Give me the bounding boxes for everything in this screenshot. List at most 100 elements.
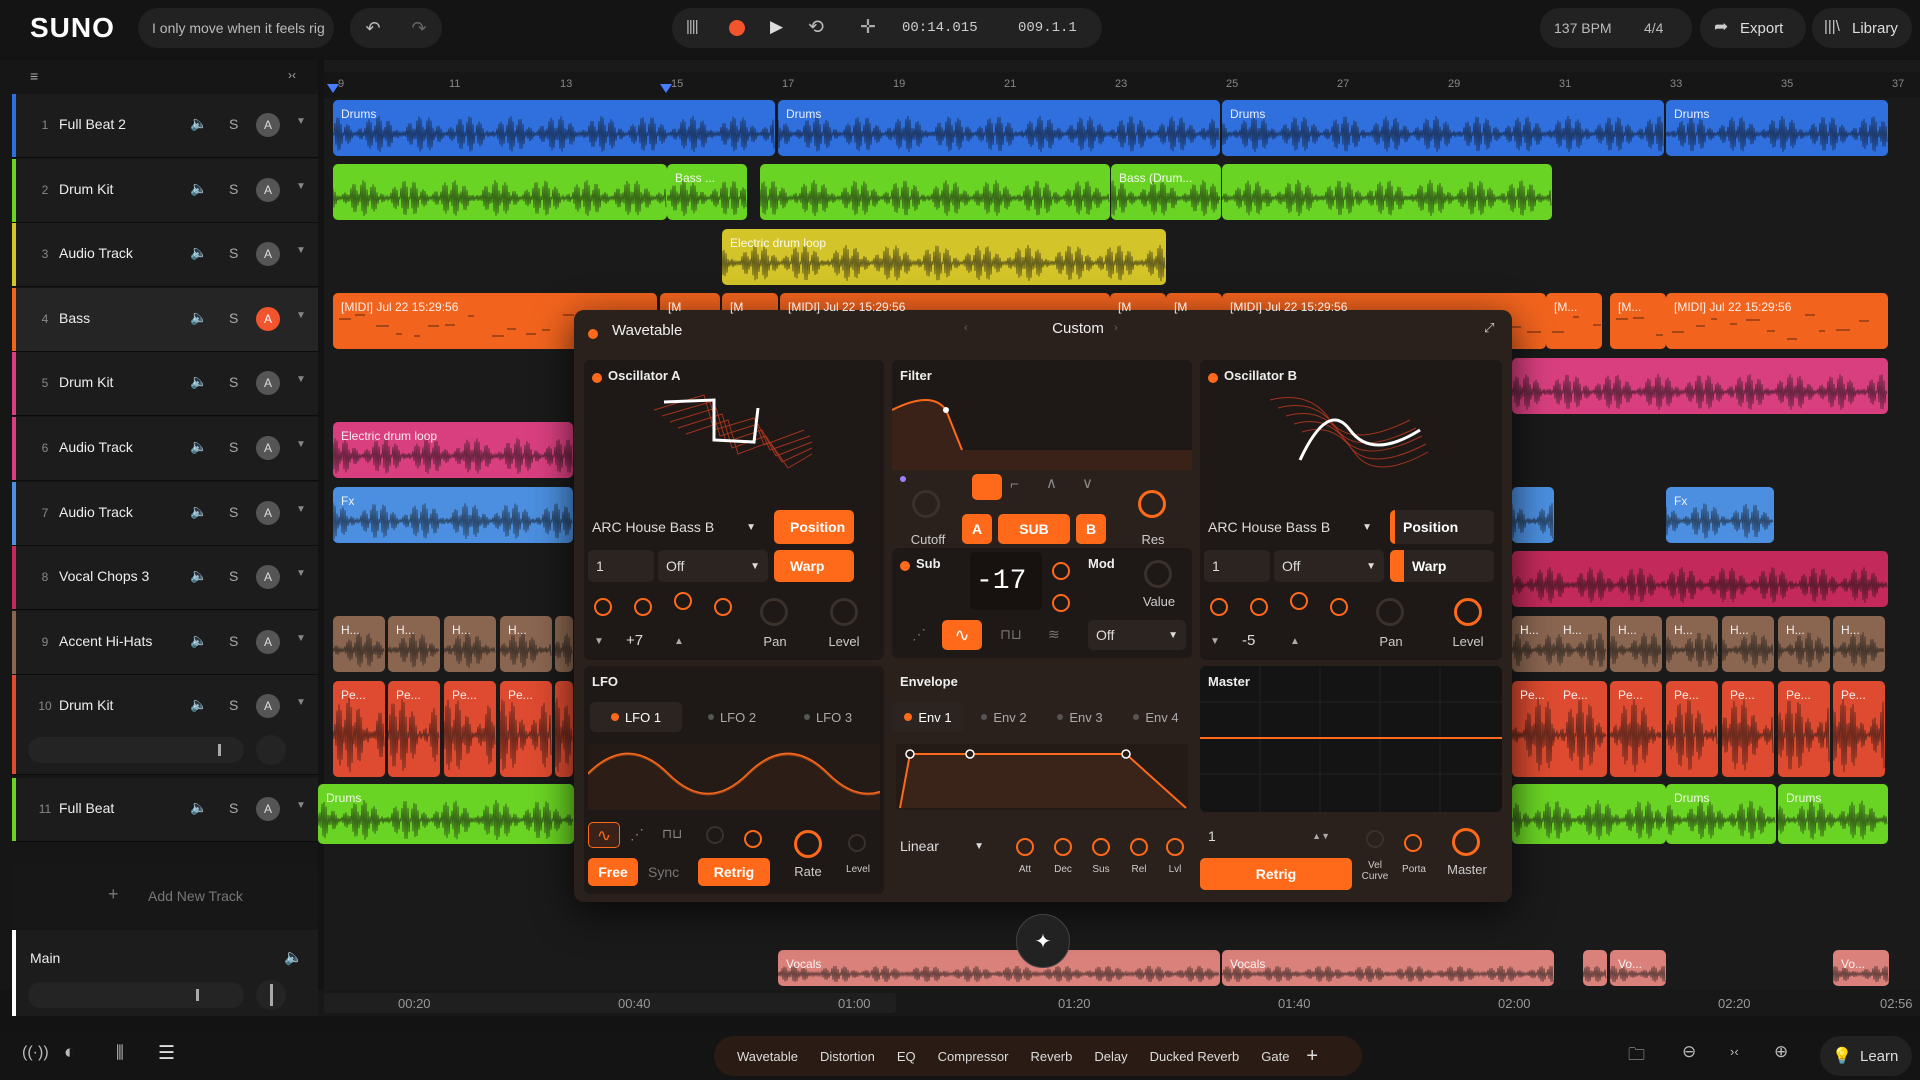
track-row[interactable]: 4 Bass 🔈 S A ▼	[12, 288, 318, 352]
chevron-down-icon[interactable]: ▼	[296, 568, 306, 579]
folder-icon[interactable]: 🗀	[1628, 1042, 1645, 1071]
track-row[interactable]: 9 Accent Hi-Hats 🔈 S A ▼	[12, 611, 318, 675]
loop-start-marker[interactable]	[327, 84, 339, 93]
full-beat-clip[interactable]: Drums	[1666, 784, 1776, 844]
record-button[interactable]	[729, 20, 745, 36]
hihat-clip[interactable]	[555, 616, 573, 672]
track-name[interactable]: Vocal Chops 3	[59, 568, 149, 584]
metronome-icon[interactable]: ||||	[686, 18, 699, 35]
learn-button[interactable]: 💡 Learn	[1820, 1036, 1912, 1076]
track-name[interactable]: Drum Kit	[59, 374, 113, 390]
osc-b-warp-button[interactable]: Warp	[1390, 550, 1494, 582]
filter-route-a-button[interactable]: A	[962, 514, 992, 544]
drums-clip[interactable]: Drums	[333, 100, 775, 156]
osc-a-knob-2[interactable]	[634, 598, 652, 616]
drum-kit-clip[interactable]	[1512, 358, 1888, 414]
osc-a-octave-stepper[interactable]: 1	[588, 550, 654, 582]
arm-button[interactable]: A	[256, 178, 280, 202]
fx-chain-item[interactable]: Distortion	[820, 1049, 875, 1064]
waveform-icon[interactable]: ⫼	[116, 1043, 124, 1063]
speaker-icon[interactable]: 🔈	[190, 799, 207, 816]
speaker-icon[interactable]: 🔈	[190, 180, 207, 197]
hihat-clip[interactable]: H...	[444, 616, 496, 672]
playhead-marker[interactable]	[660, 84, 672, 93]
sub-power-dot[interactable]	[900, 558, 910, 576]
fx-chain-item[interactable]: Reverb	[1030, 1049, 1072, 1064]
expand-icon[interactable]: ⤢	[1484, 320, 1494, 336]
vocals-clip[interactable]	[1583, 950, 1607, 986]
osc-b-semi-down[interactable]: ▼	[1210, 636, 1220, 647]
chevron-down-icon[interactable]: ▼	[296, 374, 306, 385]
speaker-icon[interactable]: 🔈	[190, 244, 207, 261]
electric-drum-loop-clip[interactable]: Electric drum loop	[333, 422, 573, 478]
track-row[interactable]: 1 Full Beat 2 🔈 S A ▼	[12, 94, 318, 158]
fx-chain-item[interactable]: Gate	[1261, 1049, 1289, 1064]
add-fx-icon[interactable]: +	[1306, 1045, 1318, 1068]
midi-clip[interactable]: [MIDI] Jul 22 15:29:56	[1666, 293, 1888, 349]
drums-clip[interactable]: Drums	[778, 100, 1220, 156]
osc-a-level-knob[interactable]	[830, 598, 858, 626]
lfo-square-icon[interactable]: ⊓⊔	[662, 826, 682, 842]
lfo-knob-2[interactable]	[744, 830, 762, 848]
hihat-clip[interactable]: H...	[1610, 616, 1662, 672]
osc-a-power-dot[interactable]	[592, 370, 602, 388]
full-beat-clip[interactable]	[1512, 784, 1666, 844]
solo-button[interactable]: S	[229, 697, 238, 713]
electric-drum-loop-clip[interactable]: Electric drum loop	[722, 229, 1166, 285]
play-button[interactable]: ▶	[770, 17, 783, 37]
track-row[interactable]: 2 Drum Kit 🔈 S A ▼	[12, 159, 318, 223]
lfo-tab[interactable]: LFO 3	[782, 702, 874, 732]
arm-button[interactable]: A	[256, 501, 280, 525]
fx-chain-item[interactable]: EQ	[897, 1049, 916, 1064]
drums-clip[interactable]: Drums	[1222, 100, 1664, 156]
sub-wave-square-icon[interactable]: ⊓⊔	[1000, 626, 1022, 643]
drum-kit-clip[interactable]	[760, 164, 1110, 220]
fx-chain-item[interactable]: Delay	[1094, 1049, 1127, 1064]
drum-kit-clip[interactable]	[333, 164, 667, 220]
arm-button[interactable]: A	[256, 242, 280, 266]
speaker-icon[interactable]: 🔈	[190, 567, 207, 584]
loop-icon[interactable]: ⟲	[808, 16, 824, 39]
sub-wave-saw-icon[interactable]: ⋰	[912, 626, 926, 643]
speaker-icon[interactable]: 🔈	[190, 503, 207, 520]
vocals-clip[interactable]: Vo...	[1610, 950, 1666, 986]
osc-b-mode-select[interactable]: Off ▼	[1274, 550, 1384, 582]
chevron-down-icon[interactable]: ▼	[296, 697, 306, 708]
track-name[interactable]: Accent Hi-Hats	[59, 633, 152, 649]
hihat-clip[interactable]: H...	[1555, 616, 1607, 672]
perc-clip[interactable]	[555, 681, 573, 777]
lfo-sync-button[interactable]: Sync	[648, 864, 679, 880]
lfo-tab[interactable]: LFO 2	[686, 702, 778, 732]
filter-cutoff-knob[interactable]	[912, 490, 940, 518]
track-row[interactable]: 11 Full Beat 🔈 S A ▼	[12, 778, 318, 842]
osc-a-wavetable-select[interactable]: ARC House Bass B ▼	[584, 510, 764, 544]
osc-a-semi-up[interactable]: ▲	[674, 636, 684, 647]
osc-b-knob-2[interactable]	[1250, 598, 1268, 616]
chevron-down-icon[interactable]: ▼	[296, 633, 306, 644]
track-name[interactable]: Audio Track	[59, 439, 133, 455]
fx-clip[interactable]	[1512, 487, 1554, 543]
mod-target-select[interactable]: Off ▼	[1088, 620, 1186, 650]
perc-clip[interactable]: Pe...	[1610, 681, 1662, 777]
osc-b-pan-knob[interactable]	[1376, 598, 1404, 626]
suno-logo[interactable]: SUNO	[30, 12, 115, 44]
track-name[interactable]: Full Beat 2	[59, 116, 126, 132]
preset-next-icon[interactable]: ›	[1114, 322, 1118, 334]
speaker-icon[interactable]: 🔈	[190, 438, 207, 455]
osc-a-semi-down[interactable]: ▼	[594, 636, 604, 647]
collapse-panel-icon[interactable]: ›‹	[288, 68, 296, 82]
lfo-free-button[interactable]: Free	[588, 858, 638, 886]
bass-drum-clip[interactable]: Bass (Drum...	[1111, 164, 1221, 220]
perc-clip[interactable]: Pe...	[333, 681, 385, 777]
envelope-tab[interactable]: Env 1	[892, 702, 964, 732]
perc-clip[interactable]: Pe...	[1555, 681, 1607, 777]
osc-b-power-dot[interactable]	[1208, 370, 1218, 388]
contrast-icon[interactable]: ◐	[64, 1042, 75, 1064]
osc-a-knob-1[interactable]	[594, 598, 612, 616]
arm-button[interactable]: A	[256, 797, 280, 821]
arm-button[interactable]: A	[256, 113, 280, 137]
arm-button[interactable]: A	[256, 630, 280, 654]
perc-clip[interactable]: Pe...	[500, 681, 552, 777]
arm-button[interactable]: A	[256, 436, 280, 460]
envelope-tab[interactable]: Env 2	[968, 702, 1040, 732]
